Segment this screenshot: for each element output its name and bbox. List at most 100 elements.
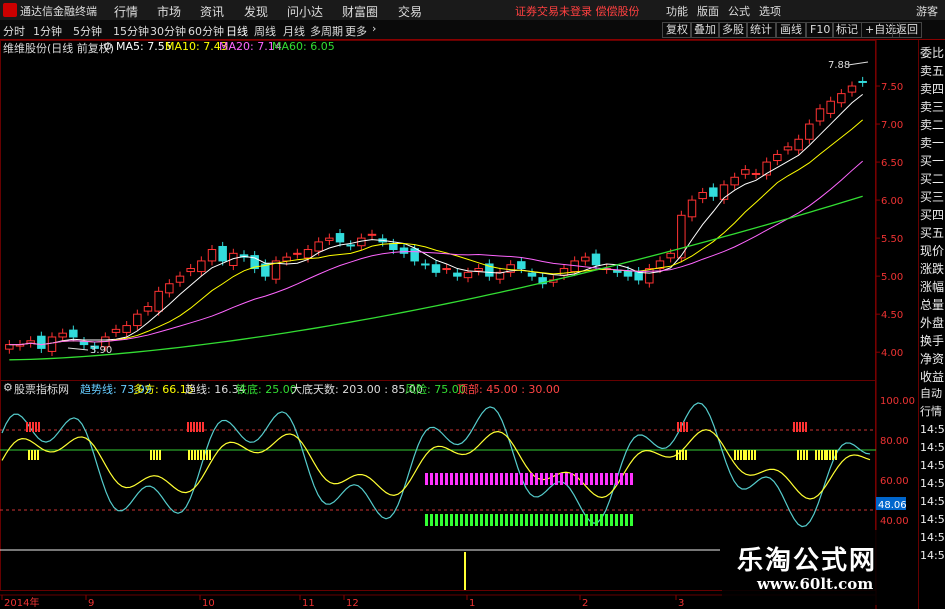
bottom-bar [480, 514, 483, 526]
menu-trade[interactable]: 交易 [398, 3, 422, 20]
price-tick: 7.50 [881, 82, 903, 93]
quote-field: 买二 [920, 172, 945, 186]
candle [591, 253, 601, 266]
quote-field: 卖二 [920, 118, 945, 132]
tick-time: 行情 [920, 405, 942, 418]
login-notice[interactable]: 证券交易未登录 偿偿股份 [515, 3, 640, 19]
period-5min[interactable]: 5分钟 [73, 23, 102, 39]
ma5-line [9, 93, 863, 346]
candle [335, 233, 345, 243]
risk-bar [460, 473, 463, 485]
candle [143, 306, 153, 312]
risk-bar [470, 473, 473, 485]
candle [207, 249, 217, 262]
tick-time: 14:5 [920, 513, 945, 526]
tick-time: 14:5 [920, 531, 945, 544]
menu-discover[interactable]: 发现 [244, 3, 268, 20]
menu-news[interactable]: 资讯 [200, 3, 224, 20]
menu-ask[interactable]: 问小达 [287, 3, 323, 20]
candle [858, 80, 867, 83]
risk-bar [555, 473, 558, 485]
period-60min[interactable]: 60分钟 [188, 23, 224, 39]
menu-function[interactable]: 功能 [666, 3, 688, 19]
candle [581, 256, 590, 262]
candle [5, 344, 14, 350]
menu-formula[interactable]: 公式 [728, 3, 750, 19]
risk-bar [580, 473, 583, 485]
price-tick: 7.00 [881, 120, 903, 131]
quote-field: 卖一 [920, 136, 945, 150]
candle [122, 325, 131, 333]
tool-mark[interactable]: 标记 [832, 22, 862, 38]
tool-f10[interactable]: F10 [806, 22, 835, 38]
quote-field: 换手 [920, 334, 945, 348]
bottom-bar [585, 514, 588, 526]
tick-time: 自动 [920, 387, 942, 400]
risk-bar [595, 473, 598, 485]
date-tick: 3 [678, 598, 684, 609]
stock-title: 维维股份(日线 前复权) [3, 42, 115, 55]
low-price-arrow [67, 347, 89, 351]
bottom-bar [525, 514, 528, 526]
bottom-bar [560, 514, 563, 526]
app-logo-icon [3, 3, 17, 17]
date-tick: 11 [302, 598, 315, 609]
quote-field: 收益 [920, 370, 945, 384]
period-more[interactable]: 更多 [345, 23, 367, 39]
tool-overlay[interactable]: 叠加 [690, 22, 720, 38]
indicator-settings-icon[interactable]: ⚙ [3, 381, 13, 394]
date-axis: 2014年 9 10 11 12 1 2 3 [1, 595, 684, 609]
menu-wealth[interactable]: 财富圈 [342, 3, 378, 20]
candle [165, 283, 174, 294]
chevron-right-icon[interactable]: › [372, 22, 376, 35]
tick-time: 14:5 [920, 495, 945, 508]
candle [687, 199, 697, 218]
tool-multi-stock[interactable]: 多股 [718, 22, 748, 38]
risk-bar [475, 473, 478, 485]
period-monthly[interactable]: 月线 [283, 23, 305, 39]
bottom-bar [575, 514, 578, 526]
candle [282, 256, 291, 262]
main-chart[interactable]: 7.50 7.00 6.50 6.00 5.50 5.00 4.50 4.00 7.88 3.… [0, 40, 918, 609]
period-15min[interactable]: 15分钟 [113, 23, 149, 39]
candle [399, 247, 409, 254]
quote-field: 涨跌 [920, 262, 945, 276]
period-1min[interactable]: 1分钟 [33, 23, 62, 39]
tool-draw[interactable]: 画线 [776, 22, 806, 38]
risk-bar [610, 473, 613, 485]
period-intraday[interactable]: 分时 [3, 23, 25, 39]
risk-bar [530, 473, 533, 485]
watermark-url: www.60lt.com [757, 575, 874, 593]
quote-field: 外盘 [920, 316, 945, 330]
top-value: 顶部: 45.00 : 30.00 [457, 383, 560, 396]
candle [847, 85, 857, 93]
guest-label[interactable]: 游客 [916, 3, 938, 19]
tool-adjust[interactable]: 复权 [662, 22, 692, 38]
risk-bar [455, 473, 458, 485]
bottom-value: 铁底: 25.00 [236, 383, 297, 396]
menu-options[interactable]: 选项 [759, 3, 781, 19]
menu-market[interactable]: 市场 [157, 3, 181, 20]
menu-quotes[interactable]: 行情 [114, 3, 138, 20]
risk-bar [450, 473, 453, 485]
risk-bar [445, 473, 448, 485]
period-30min[interactable]: 30分钟 [150, 23, 186, 39]
quote-field: 买四 [920, 208, 945, 222]
risk-bar [520, 473, 523, 485]
indicator-tick: 60.00 [880, 476, 909, 487]
candle [186, 268, 195, 273]
risk-bar [435, 473, 438, 485]
menu-layout[interactable]: 版面 [697, 3, 719, 19]
period-multi[interactable]: 多周期 [310, 23, 343, 39]
tool-stats[interactable]: 统计 [746, 22, 776, 38]
period-weekly[interactable]: 周线 [254, 23, 276, 39]
indicator-tick: 100.00 [880, 396, 915, 407]
low-price-label: 3.90 [90, 345, 112, 356]
settings-icon[interactable]: ⚙ [103, 40, 113, 53]
quote-field: 委比 [920, 46, 945, 60]
bottom-bar [615, 514, 618, 526]
period-daily[interactable]: 日线 [226, 23, 248, 39]
candle [197, 260, 206, 273]
risk-bar [535, 473, 538, 485]
tool-back[interactable]: 返回 [892, 22, 922, 38]
